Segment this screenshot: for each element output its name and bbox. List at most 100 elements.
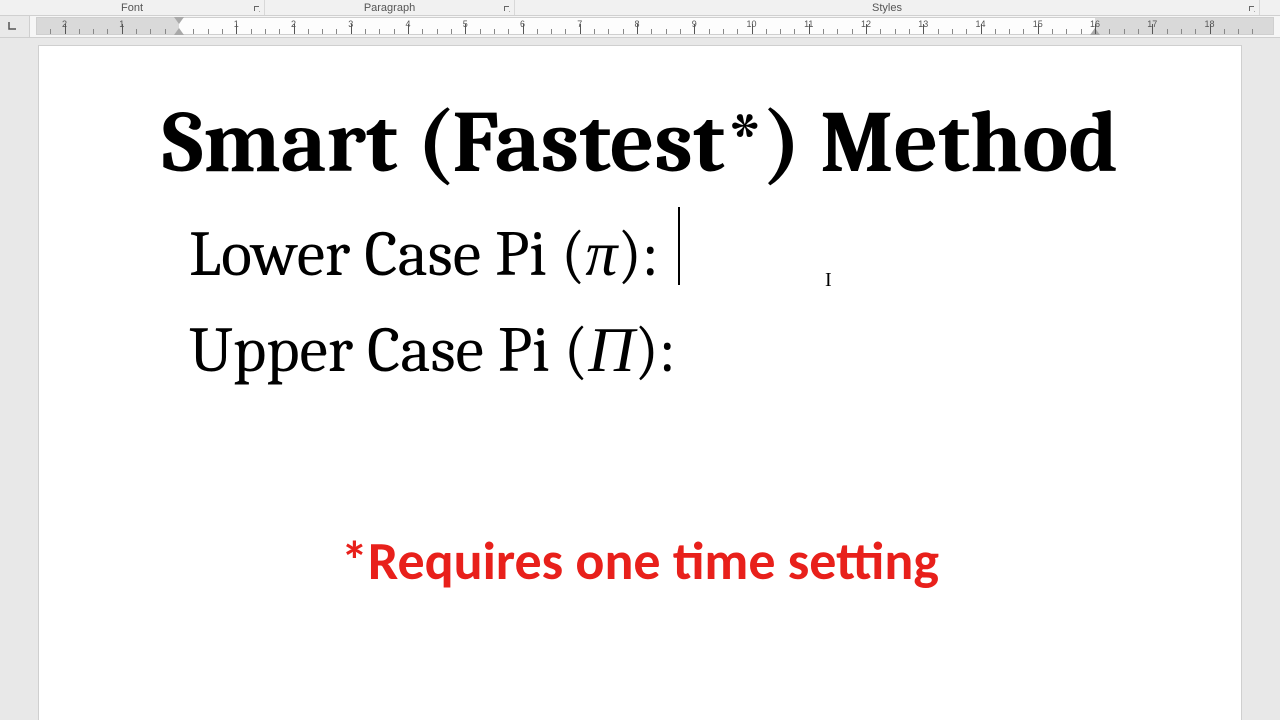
ruler-tick-minor	[165, 29, 166, 34]
ruler-number: 17	[1147, 19, 1157, 29]
ruler-number: 1	[234, 19, 239, 29]
ruler-tick-minor	[1167, 29, 1168, 34]
ruler-tick-minor	[1252, 29, 1253, 34]
ibeam-cursor-icon: I	[825, 269, 832, 292]
ruler-tick-minor	[1195, 29, 1196, 34]
hanging-indent-marker[interactable]	[174, 28, 184, 35]
text-caret	[678, 207, 680, 285]
ruler-tick-minor	[909, 29, 910, 34]
ruler-tick-minor	[150, 29, 151, 34]
ruler-tick-minor	[437, 29, 438, 34]
ruler-right-margin	[1095, 18, 1273, 34]
ruler-tick-minor	[322, 29, 323, 34]
ruler-number: 14	[975, 19, 985, 29]
ruler-tick-minor	[608, 29, 609, 34]
line1-prefix: Lower Case Pi (	[189, 217, 585, 291]
ruler-tick-minor	[709, 29, 710, 34]
ruler-number: 10	[746, 19, 756, 29]
ruler-tick-minor	[1009, 29, 1010, 34]
ruler-number: 2	[291, 19, 296, 29]
ruler-tick-minor	[852, 29, 853, 34]
document-workspace: Smart (Fastest*) Method Lower Case Pi (π…	[0, 38, 1280, 720]
ruler-tick-minor	[308, 29, 309, 34]
ruler-tick-minor	[723, 29, 724, 34]
horizontal-ruler[interactable]: 21123456789101112131415161718	[36, 17, 1274, 35]
ruler-tick-minor	[880, 29, 881, 34]
horizontal-ruler-row: 21123456789101112131415161718	[0, 16, 1280, 38]
line-lower-pi: Lower Case Pi (π): I	[189, 207, 1241, 292]
document-title: Smart (Fastest*) Method	[39, 98, 1241, 189]
ruler-tick-minor	[1124, 29, 1125, 34]
paragraph-dialog-launcher-icon[interactable]	[502, 4, 512, 14]
ruler-tick-minor	[365, 29, 366, 34]
ruler-number: 4	[405, 19, 410, 29]
ruler-number: 1	[119, 19, 124, 29]
ruler-number: 9	[692, 19, 697, 29]
ruler-tick-minor	[251, 29, 252, 34]
ruler-tick-minor	[279, 29, 280, 34]
ruler-tick-minor	[1238, 29, 1239, 34]
tab-selector[interactable]	[0, 16, 30, 37]
ruler-tick-minor	[766, 29, 767, 34]
ruler-tick-minor	[651, 29, 652, 34]
ruler-tick-minor	[494, 29, 495, 34]
ruler-tick-minor	[136, 29, 137, 34]
ribbon-group-font: Font	[0, 0, 265, 15]
ruler-tick-minor	[565, 29, 566, 34]
ruler-tick-minor	[794, 29, 795, 34]
ribbon-group-label: Styles	[872, 2, 902, 14]
ruler-number: 15	[1033, 19, 1043, 29]
ribbon-group-label: Font	[121, 2, 143, 14]
ruler-number: 11	[804, 19, 813, 29]
ruler-tick-minor	[623, 29, 624, 34]
ruler-tick-minor	[1181, 29, 1182, 34]
ruler-number: 7	[577, 19, 582, 29]
ruler-tick-minor	[193, 29, 194, 34]
ruler-tick-minor	[336, 29, 337, 34]
ruler-tick-minor	[222, 29, 223, 34]
ruler-number: 3	[348, 19, 353, 29]
ruler-tick-minor	[1023, 29, 1024, 34]
ruler-tick-minor	[537, 29, 538, 34]
ruler-tick-minor	[895, 29, 896, 34]
document-page[interactable]: Smart (Fastest*) Method Lower Case Pi (π…	[39, 46, 1241, 720]
ruler-tick-minor	[107, 29, 108, 34]
ruler-tick-minor	[265, 29, 266, 34]
ruler-tick-minor	[93, 29, 94, 34]
ribbon-group-paragraph: Paragraph	[265, 0, 515, 15]
ruler-tick-minor	[737, 29, 738, 34]
ribbon-group-labels: Font Paragraph Styles	[0, 0, 1280, 16]
footnote-text: *Requires one time setting	[39, 528, 1241, 594]
ruler-tick-minor	[823, 29, 824, 34]
ruler-tick-minor	[966, 29, 967, 34]
ruler-tick-minor	[995, 29, 996, 34]
ruler-tick-minor	[50, 29, 51, 34]
ruler-number: 18	[1204, 19, 1214, 29]
ruler-tick-minor	[480, 29, 481, 34]
ruler-tick-minor	[594, 29, 595, 34]
ruler-tick-minor	[379, 29, 380, 34]
ruler-tick-minor	[551, 29, 552, 34]
ruler-tick-minor	[938, 29, 939, 34]
line-upper-pi: Upper Case Pi (Π):	[189, 314, 1241, 388]
ruler-number: 8	[634, 19, 639, 29]
ruler-tick-minor	[680, 29, 681, 34]
ruler-number: 6	[520, 19, 525, 29]
ruler-number: 12	[861, 19, 871, 29]
first-line-indent-marker[interactable]	[174, 17, 184, 24]
ruler-number: 2	[62, 19, 67, 29]
styles-dialog-launcher-icon[interactable]	[1247, 4, 1257, 14]
ruler-number: 16	[1090, 19, 1100, 29]
ruler-tick-minor	[451, 29, 452, 34]
ruler-tick-minor	[1109, 29, 1110, 34]
ruler-number: 5	[463, 19, 468, 29]
ruler-tick-minor	[780, 29, 781, 34]
line1-suffix: ):	[617, 217, 672, 291]
ruler-tick-minor	[208, 29, 209, 34]
font-dialog-launcher-icon[interactable]	[252, 4, 262, 14]
ruler-tick-minor	[1224, 29, 1225, 34]
ruler-tick-minor	[837, 29, 838, 34]
ribbon-group-styles: Styles	[515, 0, 1260, 15]
ruler-tick-minor	[666, 29, 667, 34]
ruler-tick-minor	[422, 29, 423, 34]
